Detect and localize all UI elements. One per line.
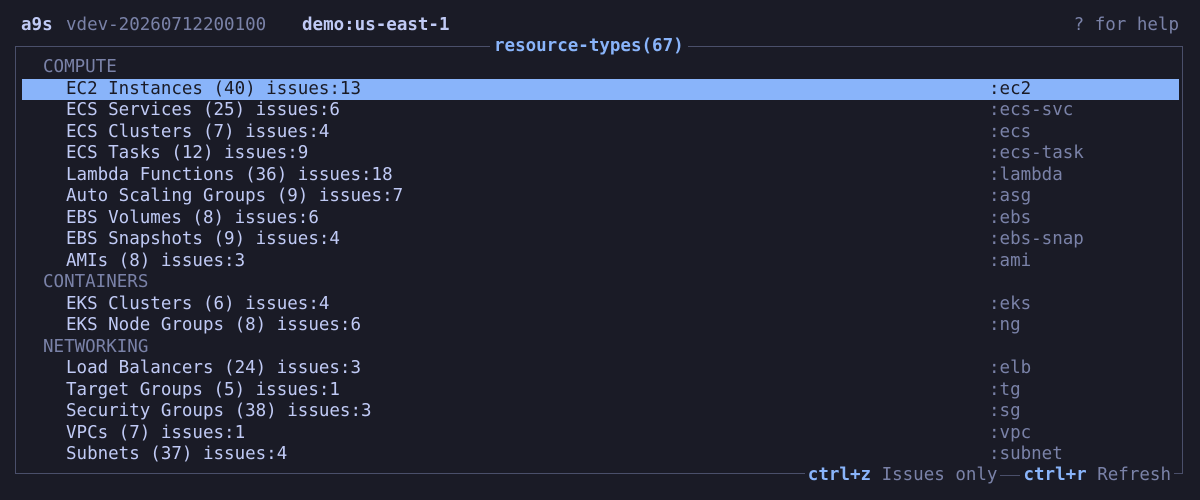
resource-type-label: VPCs (7) issues:1 xyxy=(66,422,246,443)
resource-type-row[interactable]: EKS Clusters (6) issues:4 :eks xyxy=(22,294,1179,316)
resource-type-alias: :tg xyxy=(989,379,1021,400)
resource-type-alias: :elb xyxy=(989,358,1032,378)
resource-type-label: Lambda Functions (36) issues:18 xyxy=(66,164,393,185)
refresh-label: Refresh xyxy=(1097,465,1171,485)
hint-separator xyxy=(1000,474,1021,476)
section-header: COMPUTE xyxy=(43,57,117,77)
resource-type-alias: :asg xyxy=(989,186,1032,206)
resource-type-row[interactable]: ECS Clusters (7) issues:4 :ecs xyxy=(22,122,1179,144)
resource-type-label: Security Groups (38) issues:3 xyxy=(66,401,372,421)
refresh-key: ctrl+r xyxy=(1023,465,1087,485)
resource-type-label: Target Groups (5) issues:1 xyxy=(66,379,340,400)
help-hint[interactable]: ? for help xyxy=(1074,12,1179,38)
issues-only-key: ctrl+z xyxy=(807,465,872,485)
resource-type-label: Auto Scaling Groups (9) issues:7 xyxy=(66,186,404,206)
resource-type-label: EBS Snapshots (9) issues:4 xyxy=(66,229,340,249)
resource-type-alias: :ng xyxy=(989,315,1021,335)
resource-type-row[interactable]: Lambda Functions (36) issues:18 :lambda xyxy=(22,165,1179,187)
resource-type-alias: :ecs xyxy=(989,121,1032,142)
resource-type-label: EBS Volumes (8) issues:6 xyxy=(66,207,319,228)
section-header: NETWORKING xyxy=(43,336,149,357)
resource-type-row[interactable]: Load Balancers (24) issues:3 :elb xyxy=(22,358,1179,380)
resource-type-row[interactable]: VPCs (7) issues:1 :vpc xyxy=(22,423,1179,445)
resource-type-alias: :ec2 xyxy=(989,78,1032,99)
resource-type-alias: :ebs xyxy=(989,207,1032,228)
resource-type-label: Load Balancers (24) issues:3 xyxy=(66,358,362,378)
resource-type-alias: :vpc xyxy=(989,422,1032,443)
resource-type-row[interactable]: EC2 Instances (40) issues:13 :ec2 xyxy=(22,78,1179,100)
resource-type-row[interactable]: EKS Node Groups (8) issues:6 :ng xyxy=(22,315,1179,337)
issues-only-hint[interactable]: ctrl+z Issues only xyxy=(805,463,1001,487)
resource-type-alias: :sg xyxy=(989,401,1021,421)
resource-type-label: AMIs (8) issues:3 xyxy=(66,250,246,271)
footer-hints: ctrl+z Issues only ctrl+r Refresh xyxy=(804,463,1174,487)
resource-type-row[interactable]: Auto Scaling Groups (9) issues:7 :asg xyxy=(22,186,1179,208)
section-header: CONTAINERS xyxy=(43,272,149,292)
resource-type-row[interactable]: AMIs (8) issues:3 :ami xyxy=(22,251,1179,273)
resource-type-row[interactable]: Security Groups (38) issues:3 :sg xyxy=(22,401,1179,423)
resource-type-label: EKS Node Groups (8) issues:6 xyxy=(66,315,362,335)
resource-type-label: ECS Services (25) issues:6 xyxy=(66,100,340,120)
resource-type-alias: :ami xyxy=(989,250,1032,271)
resource-type-alias: :ecs-svc xyxy=(989,100,1074,120)
resource-type-alias: :lambda xyxy=(989,164,1063,185)
resource-type-row[interactable]: EBS Volumes (8) issues:6 :ebs xyxy=(22,208,1179,230)
resource-type-row[interactable]: ECS Services (25) issues:6 :ecs-svc xyxy=(22,100,1179,122)
frame-title: resource-types(67) xyxy=(490,34,688,58)
resource-type-list: COMPUTE EC2 Instances (40) issues:13:ec2 E… xyxy=(22,57,1179,466)
resource-type-label: Subnets (37) issues:4 xyxy=(66,444,288,464)
resource-type-label: ECS Clusters (7) issues:4 xyxy=(66,121,330,142)
resource-type-row[interactable]: EBS Snapshots (9) issues:4 :ebs-snap xyxy=(22,229,1179,251)
resource-type-label: EC2 Instances (40) issues:13 xyxy=(66,78,362,99)
profile-region: demo:us-east-1 xyxy=(302,15,450,35)
resource-type-alias: :ebs-snap xyxy=(989,229,1084,249)
issues-only-label: Issues only xyxy=(881,465,998,485)
resource-type-alias: :ecs-task xyxy=(989,143,1084,163)
resource-type-alias: :eks xyxy=(989,293,1032,314)
resource-type-label: ECS Tasks (12) issues:9 xyxy=(66,143,309,163)
app-version: vdev-20260712200100 xyxy=(66,15,267,35)
resource-type-row[interactable]: Target Groups (5) issues:1 :tg xyxy=(22,380,1179,402)
refresh-hint[interactable]: ctrl+r Refresh xyxy=(1020,463,1174,487)
resource-type-label: EKS Clusters (6) issues:4 xyxy=(66,293,330,314)
app-name: a9s xyxy=(21,15,53,35)
resource-type-row[interactable]: ECS Tasks (12) issues:9 :ecs-task xyxy=(22,143,1179,165)
